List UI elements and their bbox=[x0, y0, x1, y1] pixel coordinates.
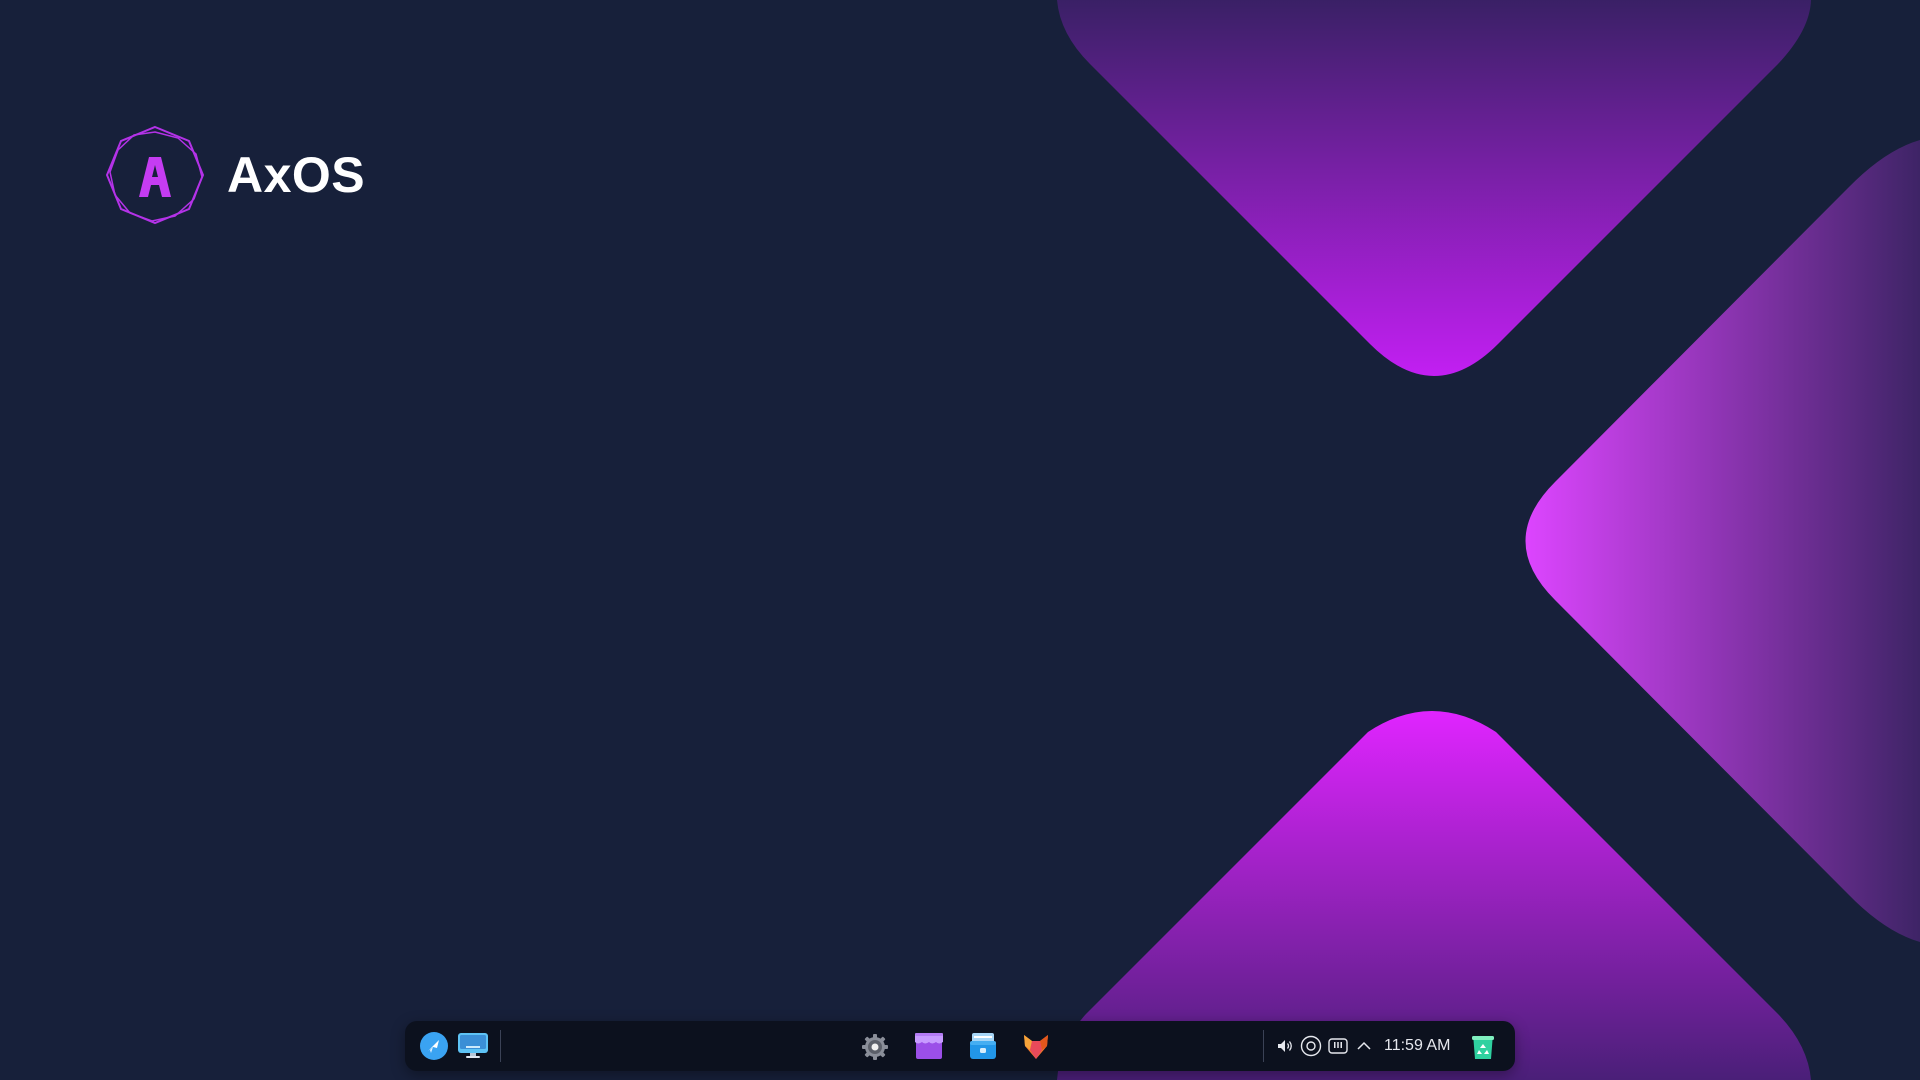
axos-logo-icon bbox=[105, 125, 205, 225]
os-name: AxOS bbox=[227, 147, 366, 203]
taskbar-separator-left bbox=[500, 1030, 501, 1062]
settings-button[interactable] bbox=[860, 1032, 890, 1062]
trash-button[interactable] bbox=[1469, 1032, 1497, 1062]
file-manager-icon bbox=[970, 1033, 996, 1059]
firefox-browser-icon bbox=[1024, 1035, 1048, 1059]
os-brand: AxOS bbox=[105, 125, 365, 225]
wallpaper-shape-top bbox=[1057, 0, 1811, 376]
show-desktop-icon bbox=[458, 1033, 488, 1058]
desktop: AxOS 11:59 AM bbox=[0, 0, 1920, 1080]
show-hidden-tray-button[interactable] bbox=[1355, 1036, 1373, 1056]
network-button[interactable] bbox=[1300, 1035, 1322, 1057]
network-icon bbox=[1300, 1035, 1322, 1057]
show-desktop-button[interactable] bbox=[457, 1031, 489, 1061]
taskbar: 11:59 AM bbox=[405, 1021, 1515, 1071]
taskbar-separator-right bbox=[1263, 1030, 1264, 1062]
trash-recycle-icon bbox=[1472, 1036, 1494, 1059]
keyboard-layout-button[interactable] bbox=[1327, 1035, 1349, 1057]
launcher-icon bbox=[420, 1032, 448, 1060]
keyboard-icon bbox=[1328, 1038, 1348, 1054]
volume-icon bbox=[1278, 1040, 1292, 1052]
file-manager-button[interactable] bbox=[967, 1031, 999, 1061]
volume-button[interactable] bbox=[1275, 1036, 1295, 1056]
chevron-up-icon bbox=[1357, 1041, 1371, 1050]
app-store-button[interactable] bbox=[913, 1031, 945, 1061]
settings-gear-icon bbox=[862, 1034, 888, 1060]
launcher-button[interactable] bbox=[419, 1031, 449, 1061]
firefox-button[interactable] bbox=[1020, 1030, 1052, 1062]
clock[interactable]: 11:59 AM bbox=[1384, 1021, 1450, 1071]
app-store-icon bbox=[915, 1033, 943, 1059]
